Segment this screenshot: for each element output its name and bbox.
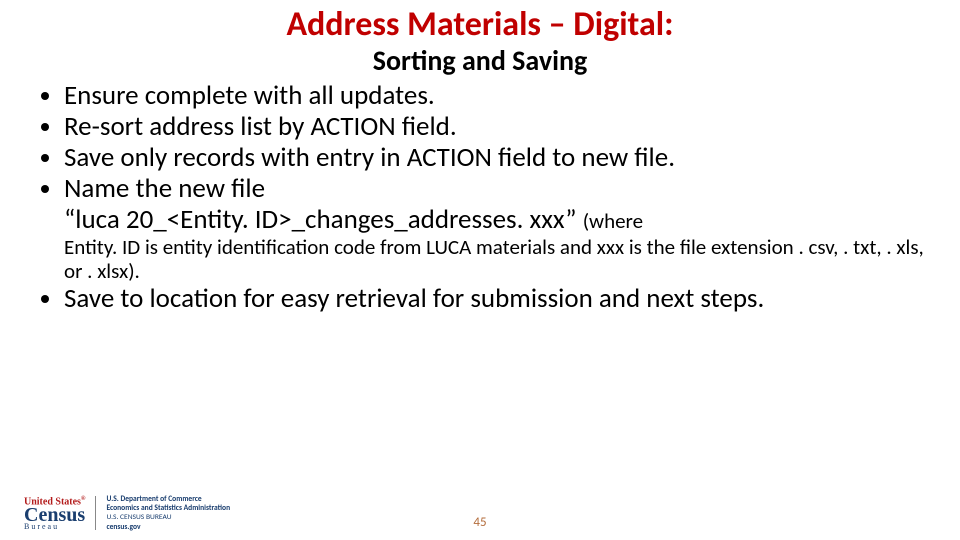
bullet-text: Name the new file [64, 172, 265, 205]
bullet-item: Save only records with entry in ACTION f… [64, 142, 930, 173]
slide-number: 45 [0, 515, 960, 530]
bullet-item: Save to location for easy retrieval for … [64, 283, 930, 314]
note-text: Entity. ID is entity identification code… [64, 235, 930, 283]
slide-body: Ensure complete with all updates. Re-sor… [30, 80, 930, 315]
slide-subtitle: Sorting and Saving [0, 45, 960, 77]
dept-line: U.S. Department of Commerce [106, 495, 230, 504]
bullet-item: Ensure complete with all updates. [64, 80, 930, 111]
dept-line: Economics and Statistics Administration [106, 504, 230, 513]
bullet-item: Re-sort address list by ACTION field. [64, 111, 930, 142]
slide-title: Address Materials – Digital: [0, 6, 960, 43]
note-open: (where [583, 208, 643, 234]
filename-text: “luca 20_<Entity. ID>_changes_addresses.… [64, 203, 583, 236]
slide: Address Materials – Digital: Sorting and… [0, 6, 960, 540]
bullet-item: Name the new file “luca 20_<Entity. ID>_… [64, 173, 930, 283]
